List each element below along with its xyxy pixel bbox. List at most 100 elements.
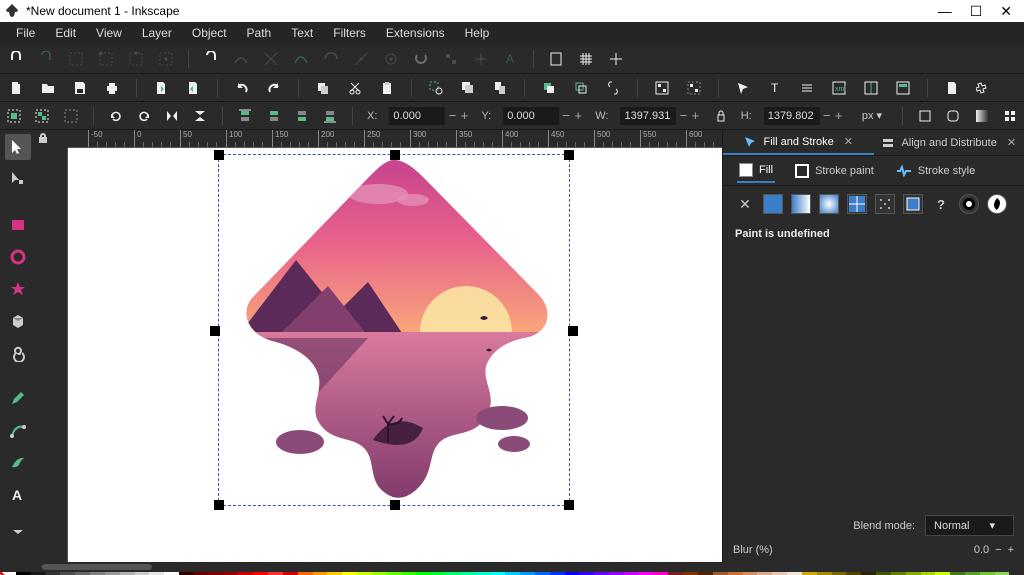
rotate-cw-icon[interactable]: [136, 106, 152, 126]
transform-corners-icon[interactable]: [945, 106, 961, 126]
subtab-stroke-paint[interactable]: Stroke paint: [793, 160, 876, 182]
snap-bbox-icon[interactable]: [36, 49, 56, 69]
snap-rotation-icon[interactable]: [411, 49, 431, 69]
x-dec[interactable]: −: [447, 108, 457, 123]
snap-smooth-icon[interactable]: [321, 49, 341, 69]
snap-grid-icon[interactable]: [576, 49, 596, 69]
tab-fill-stroke[interactable]: Fill and Stroke✕: [723, 130, 874, 155]
selector-tool[interactable]: [5, 134, 31, 160]
menu-path[interactable]: Path: [237, 23, 282, 43]
rotate-ccw-icon[interactable]: [108, 106, 124, 126]
handle-sw[interactable]: [214, 500, 224, 510]
menu-layer[interactable]: Layer: [132, 23, 182, 43]
w-inc[interactable]: +: [690, 108, 700, 123]
tab-align-distribute[interactable]: Align and Distribute✕: [874, 130, 1024, 155]
linear-gradient-button[interactable]: [791, 194, 811, 214]
ungroup-icon[interactable]: [684, 78, 704, 98]
unlink-clone-icon[interactable]: [603, 78, 623, 98]
h-input[interactable]: [764, 107, 820, 125]
lower-bottom-icon[interactable]: [322, 106, 338, 126]
flip-h-icon[interactable]: [164, 106, 180, 126]
canvas[interactable]: [68, 148, 722, 562]
blend-mode-select[interactable]: Normal▾: [925, 515, 1014, 536]
snap-object-center-icon[interactable]: [381, 49, 401, 69]
print-icon[interactable]: [102, 78, 122, 98]
radial-gradient-button[interactable]: [819, 194, 839, 214]
menu-filters[interactable]: Filters: [323, 23, 376, 43]
rect-tool[interactable]: [5, 212, 31, 238]
snap-object-mid-icon[interactable]: [441, 49, 461, 69]
snap-line-mid-icon[interactable]: [351, 49, 371, 69]
raise-icon[interactable]: [266, 106, 282, 126]
group-icon[interactable]: [652, 78, 672, 98]
layers-dialog-icon[interactable]: [797, 78, 817, 98]
toolbox-expand-icon[interactable]: [5, 526, 31, 538]
menu-file[interactable]: File: [6, 23, 45, 43]
fill-stroke-icon[interactable]: [733, 78, 753, 98]
y-input[interactable]: [503, 107, 559, 125]
snap-bbox-edge-icon[interactable]: [66, 49, 86, 69]
text-dialog-icon[interactable]: T: [765, 78, 785, 98]
menu-view[interactable]: View: [86, 23, 132, 43]
select-all-icon[interactable]: [6, 106, 22, 126]
x-input[interactable]: [389, 107, 445, 125]
menu-edit[interactable]: Edit: [45, 23, 86, 43]
3dbox-tool[interactable]: [5, 308, 31, 334]
pattern-button[interactable]: [875, 194, 895, 214]
new-icon[interactable]: [6, 78, 26, 98]
undo-icon[interactable]: [232, 78, 252, 98]
menu-extensions[interactable]: Extensions: [376, 23, 455, 43]
lock-aspect-icon[interactable]: [712, 106, 728, 126]
swatch-button[interactable]: [903, 194, 923, 214]
close-tab-icon[interactable]: ✕: [844, 135, 853, 148]
snap-bbox-corner-icon[interactable]: [96, 49, 116, 69]
snap-text-baseline-icon[interactable]: A: [501, 49, 521, 69]
duplicate-icon[interactable]: [539, 78, 559, 98]
spiral-tool[interactable]: [5, 340, 31, 366]
handle-e[interactable]: [568, 326, 578, 336]
blur-dec[interactable]: −: [995, 544, 1001, 556]
xml-icon[interactable]: xml: [829, 78, 849, 98]
align-dialog-icon[interactable]: [861, 78, 881, 98]
canvas-scrollbar-h[interactable]: [36, 562, 696, 572]
clone-icon[interactable]: [571, 78, 591, 98]
bezier-tool[interactable]: [5, 418, 31, 444]
snap-node-icon[interactable]: [201, 49, 221, 69]
h-dec[interactable]: −: [822, 108, 832, 123]
pencil-tool[interactable]: [5, 386, 31, 412]
snap-cusp-icon[interactable]: [291, 49, 311, 69]
maximize-button[interactable]: ☐: [970, 3, 983, 20]
w-dec[interactable]: −: [678, 108, 688, 123]
close-tab-icon[interactable]: ✕: [1007, 136, 1016, 149]
preferences-icon[interactable]: [974, 78, 994, 98]
ruler-horizontal[interactable]: -500501001502002503003504004505005506006…: [68, 130, 722, 148]
calligraphy-tool[interactable]: [5, 450, 31, 476]
cut-icon[interactable]: [345, 78, 365, 98]
snap-page-icon[interactable]: [546, 49, 566, 69]
minimize-button[interactable]: —: [938, 3, 952, 20]
no-paint-button[interactable]: ✕: [735, 194, 755, 214]
unknown-paint-button[interactable]: ?: [931, 194, 951, 214]
h-inc[interactable]: +: [834, 108, 844, 123]
menu-text[interactable]: Text: [281, 23, 323, 43]
ruler-vertical[interactable]: [50, 148, 68, 562]
snap-bbox-center-icon[interactable]: [156, 49, 176, 69]
object-prop-icon[interactable]: [893, 78, 913, 98]
snap-bbox-midpoint-icon[interactable]: [126, 49, 146, 69]
transform-gradient-icon[interactable]: [973, 106, 989, 126]
snap-intersection-icon[interactable]: [261, 49, 281, 69]
zoom-drawing-icon[interactable]: [458, 78, 478, 98]
subtab-fill[interactable]: Fill: [737, 159, 775, 183]
redo-icon[interactable]: [264, 78, 284, 98]
transform-pattern-icon[interactable]: [1002, 106, 1018, 126]
x-inc[interactable]: +: [459, 108, 469, 123]
subtab-stroke-style[interactable]: Stroke style: [894, 161, 977, 181]
y-dec[interactable]: −: [561, 108, 571, 123]
unit-select[interactable]: px ▾: [856, 106, 888, 126]
blur-inc[interactable]: +: [1008, 544, 1014, 556]
cms-button[interactable]: [987, 194, 1007, 214]
zoom-page-icon[interactable]: [490, 78, 510, 98]
menu-help[interactable]: Help: [455, 23, 500, 43]
zoom-selection-icon[interactable]: [426, 78, 446, 98]
y-inc[interactable]: +: [573, 108, 583, 123]
